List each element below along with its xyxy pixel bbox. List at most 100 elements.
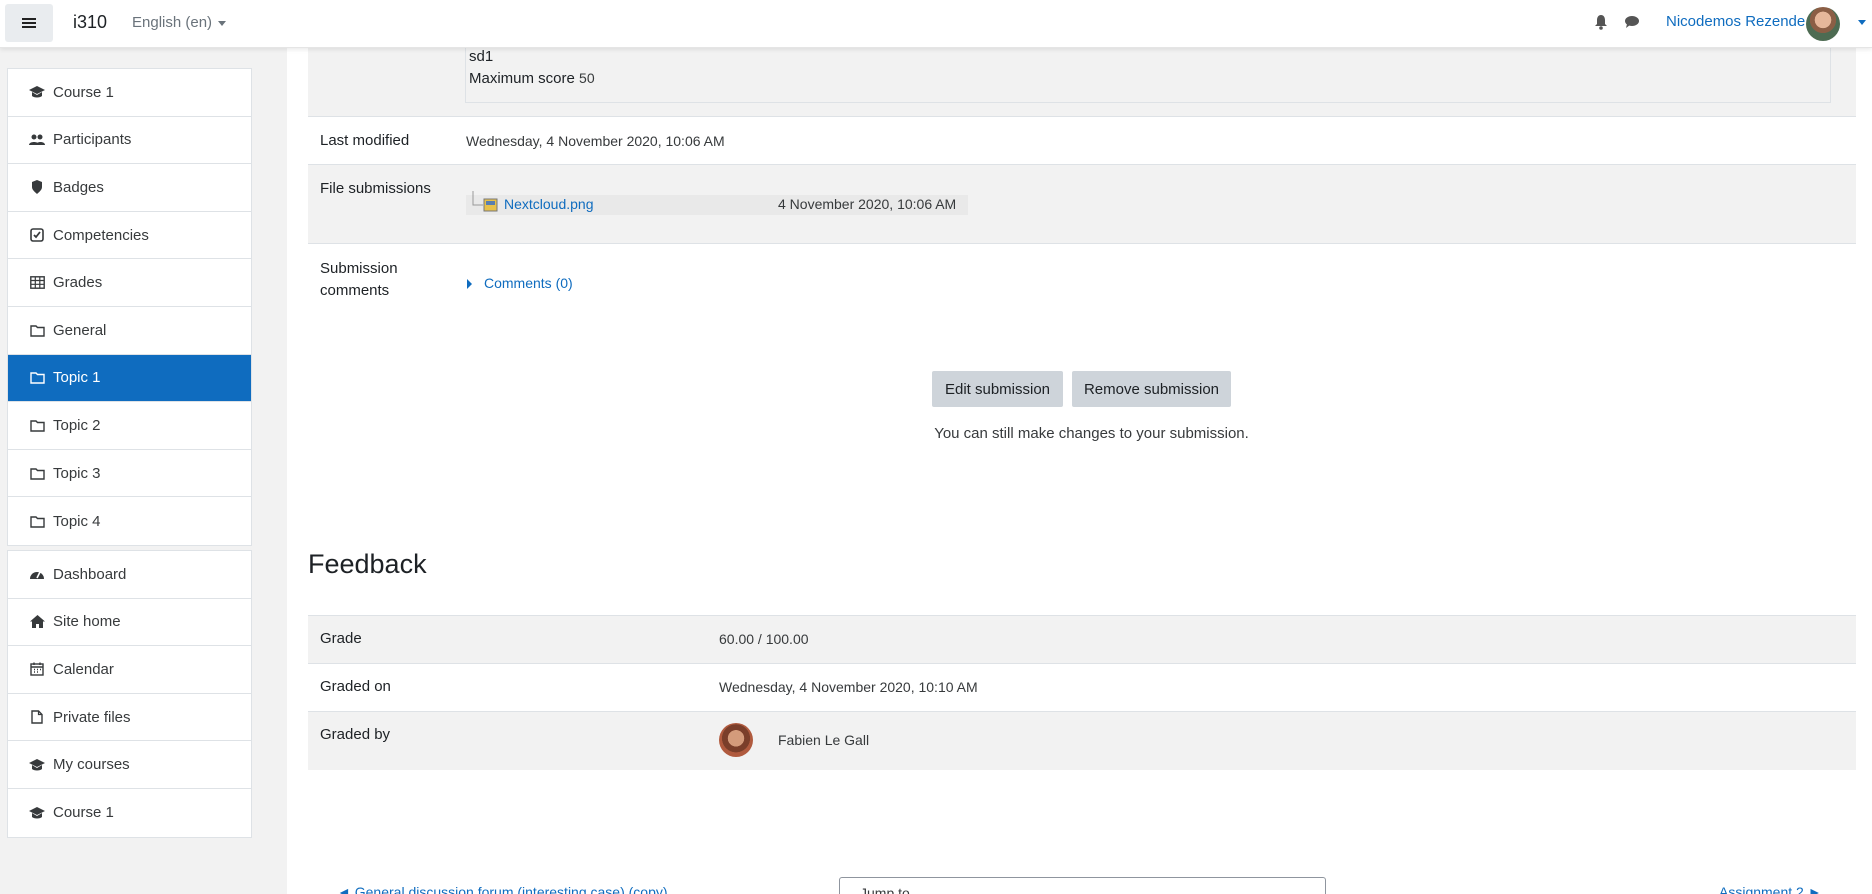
caret-down-icon bbox=[218, 20, 227, 26]
submission-comments-label-line1: Submission bbox=[320, 260, 398, 277]
remove-submission-button[interactable]: Remove submission bbox=[1072, 371, 1231, 407]
hamburger-icon bbox=[22, 17, 36, 29]
bell-icon[interactable] bbox=[1594, 14, 1608, 30]
grade-value: 60.00 / 100.00 bbox=[719, 631, 809, 647]
folder-icon bbox=[29, 417, 45, 433]
drawer-item-label: Grades bbox=[53, 274, 103, 292]
graded-on-row: Graded on Wednesday, 4 November 2020, 10… bbox=[308, 663, 1856, 711]
max-score-label: Maximum score bbox=[469, 70, 575, 87]
drawer-item-topic-3[interactable]: Topic 3 bbox=[8, 450, 251, 498]
drawer-item-my-courses[interactable]: My courses bbox=[8, 741, 251, 789]
submission-comments-label: Submission comments bbox=[320, 258, 398, 302]
comments-link[interactable]: Comments (0) bbox=[484, 275, 573, 291]
graduation-cap-icon bbox=[29, 805, 45, 821]
drawer-item-label: Topic 4 bbox=[53, 512, 101, 530]
last-modified-label: Last modified bbox=[320, 132, 410, 149]
comments-toggle[interactable]: Comments (0) bbox=[467, 275, 573, 291]
graded-on-value: Wednesday, 4 November 2020, 10:10 AM bbox=[719, 679, 978, 695]
nav-drawer: Course 1 Participants Badges Competencies Gr… bbox=[0, 48, 272, 894]
folder-icon bbox=[29, 465, 45, 481]
drawer-item-label: Site home bbox=[53, 613, 121, 631]
submission-comments-label-line2: comments bbox=[320, 282, 390, 299]
drawer-item-private-files[interactable]: Private files bbox=[8, 694, 251, 742]
graded-by-label: Graded by bbox=[320, 726, 391, 743]
file-tree-icon bbox=[472, 191, 498, 212]
drawer-item-dashboard[interactable]: Dashboard bbox=[8, 551, 251, 599]
user-name-link[interactable]: Nicodemos Rezende bbox=[1666, 13, 1805, 30]
drawer-item-badges[interactable]: Badges bbox=[8, 164, 251, 212]
max-score-value: 50 bbox=[579, 70, 595, 86]
site-brand[interactable]: i310 bbox=[73, 12, 107, 33]
last-modified-row: Last modified Wednesday, 4 November 2020… bbox=[308, 116, 1856, 164]
drawer-item-label: Course 1 bbox=[53, 804, 114, 822]
course-nav-group: Course 1 Participants Badges Competencies Gr… bbox=[7, 68, 252, 546]
graded-by-row: Graded by Fabien Le Gall bbox=[308, 711, 1856, 770]
graduation-cap-icon bbox=[29, 757, 45, 773]
drawer-item-label: Dashboard bbox=[53, 565, 127, 583]
edit-submission-button[interactable]: Edit submission bbox=[932, 371, 1063, 407]
previous-activity-link[interactable]: ◄ General discussion forum (interesting … bbox=[337, 884, 668, 894]
file-date: 4 November 2020, 10:06 AM bbox=[778, 196, 957, 212]
drawer-item-topic-2[interactable]: Topic 2 bbox=[8, 402, 251, 450]
graduation-cap-icon bbox=[29, 84, 45, 100]
drawer-item-label: Badges bbox=[53, 178, 104, 196]
rubric-text: sd1 bbox=[469, 48, 494, 65]
drawer-item-label: Calendar bbox=[53, 660, 114, 678]
drawer-item-competencies[interactable]: Competencies bbox=[8, 212, 251, 260]
language-menu[interactable]: English (en) bbox=[132, 14, 227, 31]
submission-comments-row: Submission comments Comments (0) bbox=[308, 243, 1856, 323]
drawer-item-topic-1[interactable]: Topic 1 bbox=[8, 354, 251, 403]
graded-by-value: Fabien Le Gall bbox=[778, 732, 870, 748]
top-navbar: i310 English (en) Nicodemos Rezende bbox=[0, 0, 1872, 48]
folder-icon bbox=[29, 370, 45, 386]
caret-right-icon bbox=[467, 279, 472, 290]
drawer-item-label: Topic 3 bbox=[53, 464, 101, 482]
tachometer-icon bbox=[29, 566, 45, 582]
chat-icon[interactable] bbox=[1624, 15, 1640, 29]
jump-to-value: Jump to... bbox=[860, 885, 922, 894]
file-icon bbox=[29, 709, 45, 725]
grader-avatar bbox=[719, 723, 753, 757]
file-entry: Nextcloud.png 4 November 2020, 10:06 AM bbox=[466, 191, 968, 215]
drawer-item-label: Topic 1 bbox=[53, 369, 101, 387]
home-icon bbox=[29, 614, 45, 630]
drawer-item-general[interactable]: General bbox=[8, 307, 251, 355]
graded-on-label: Graded on bbox=[320, 678, 391, 695]
next-activity-link[interactable]: Assignment 2 ► bbox=[1719, 884, 1822, 894]
rubric-row: sd1 Maximum score 50 bbox=[308, 48, 1856, 116]
drawer-item-course-1[interactable]: Course 1 bbox=[8, 789, 251, 837]
check-square-icon bbox=[29, 227, 45, 243]
jump-to-select[interactable]: Jump to... bbox=[839, 877, 1326, 894]
file-link[interactable]: Nextcloud.png bbox=[504, 196, 594, 212]
last-modified-value: Wednesday, 4 November 2020, 10:06 AM bbox=[466, 133, 725, 149]
users-icon bbox=[29, 132, 45, 148]
file-submissions-label: File submissions bbox=[320, 180, 431, 197]
drawer-item-label: Participants bbox=[53, 131, 132, 149]
grade-row: Grade 60.00 / 100.00 bbox=[308, 615, 1856, 663]
drawer-item-label: Competencies bbox=[53, 226, 149, 244]
drawer-item-course-1[interactable]: Course 1 bbox=[8, 69, 251, 117]
language-label: English (en) bbox=[132, 14, 213, 31]
max-score: Maximum score 50 bbox=[469, 70, 595, 87]
drawer-item-calendar[interactable]: Calendar bbox=[8, 646, 251, 694]
drawer-item-topic-4[interactable]: Topic 4 bbox=[8, 497, 251, 545]
drawer-item-participants[interactable]: Participants bbox=[8, 117, 251, 165]
drawer-item-label: Private files bbox=[53, 708, 131, 726]
grade-label: Grade bbox=[320, 630, 362, 647]
table-icon bbox=[29, 275, 45, 291]
user-avatar[interactable] bbox=[1806, 7, 1840, 41]
drawer-toggle-button[interactable] bbox=[5, 4, 53, 42]
drawer-item-label: My courses bbox=[53, 756, 130, 774]
drawer-item-grades[interactable]: Grades bbox=[8, 259, 251, 307]
submission-note: You can still make changes to your submi… bbox=[934, 425, 1249, 442]
rubric-box: sd1 Maximum score 50 bbox=[465, 48, 1831, 103]
drawer-item-label: General bbox=[53, 321, 107, 339]
user-menu-caret-icon[interactable] bbox=[1858, 20, 1866, 25]
drawer-item-label: Topic 2 bbox=[53, 416, 101, 434]
site-nav-group: Dashboard Site home Calendar Private files M… bbox=[7, 550, 252, 838]
calendar-icon bbox=[29, 661, 45, 677]
drawer-item-site-home[interactable]: Site home bbox=[8, 599, 251, 647]
file-submissions-row: File submissions Nextcloud.png 4 Novembe… bbox=[308, 164, 1856, 243]
feedback-heading: Feedback bbox=[308, 549, 427, 579]
folder-icon bbox=[29, 513, 45, 529]
